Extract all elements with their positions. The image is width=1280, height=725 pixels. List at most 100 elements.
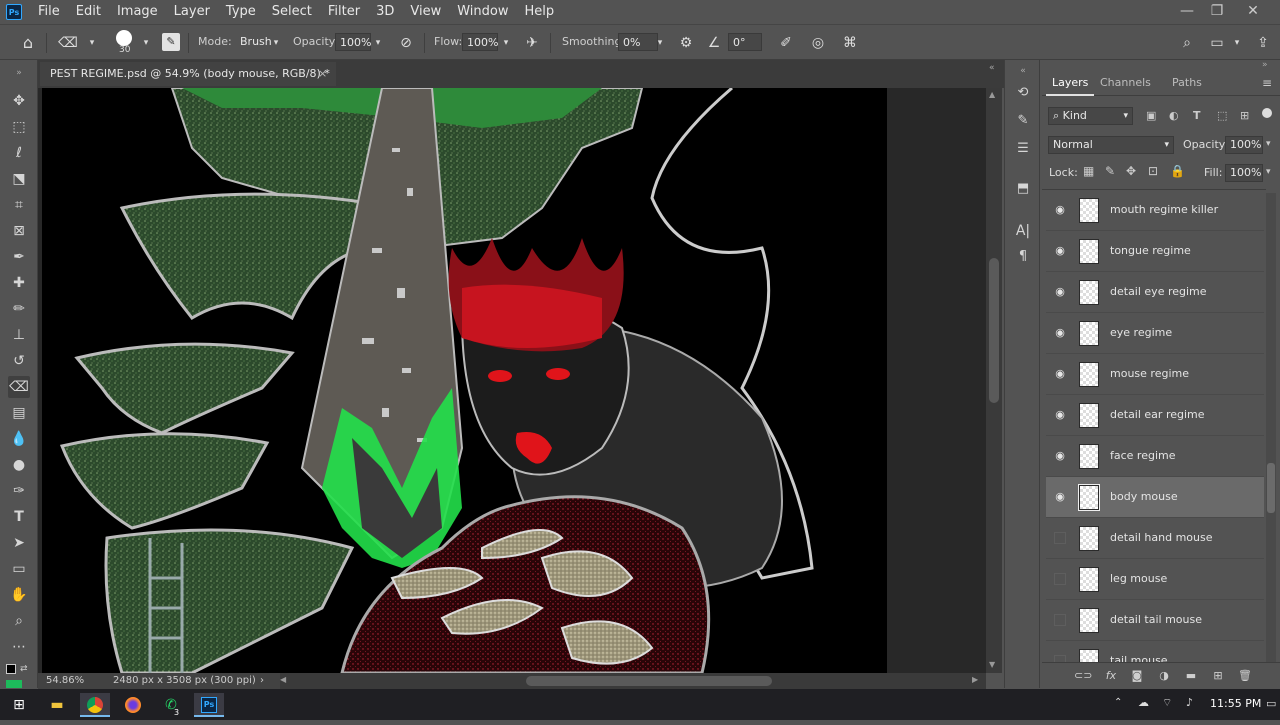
layers-scroll-thumb[interactable] <box>1267 463 1275 513</box>
restore-button[interactable]: ❐ <box>1200 0 1234 22</box>
filter-pixel-icon[interactable]: ▣ <box>1146 109 1156 122</box>
eraser-tool-icon[interactable]: ⌫ <box>8 376 30 398</box>
history-icon[interactable]: ⟲ <box>1012 82 1034 104</box>
tab-channels[interactable]: Channels <box>1094 70 1157 96</box>
link-icon[interactable]: ⊂⊃ <box>1074 667 1092 685</box>
gradient-tool-icon[interactable]: ▤ <box>8 402 30 424</box>
cloud-icon[interactable]: ☁ <box>1138 696 1149 709</box>
chrome-icon[interactable] <box>80 693 110 717</box>
vertical-scroll-thumb[interactable] <box>989 258 999 403</box>
lock-artboard-icon[interactable]: ⊡ <box>1148 164 1158 178</box>
collapse-strip-icon[interactable]: « <box>1012 60 1034 82</box>
chevron-down-icon[interactable]: ▾ <box>1266 167 1271 177</box>
chevron-down-icon[interactable]: ▾ <box>82 33 102 53</box>
background-color-swatch[interactable] <box>6 680 22 688</box>
home-icon[interactable]: ⌂ <box>18 33 38 53</box>
pressure-size-icon[interactable]: ✐ <box>776 33 796 53</box>
crop-tool-icon[interactable]: ⌗ <box>8 194 30 216</box>
share-icon[interactable]: ⇪ <box>1253 33 1273 53</box>
path-select-tool-icon[interactable]: ➤ <box>8 532 30 554</box>
menu-select[interactable]: Select <box>264 0 320 24</box>
foreground-color-swatch[interactable] <box>6 664 16 674</box>
layer-row[interactable]: ◉ detail ear regime <box>1046 395 1264 436</box>
marquee-tool-icon[interactable]: ⬚ <box>8 116 30 138</box>
workspace-icon[interactable]: ▭ <box>1207 33 1227 53</box>
adjustments-icon[interactable]: ☰ <box>1012 138 1034 160</box>
filter-kind-select[interactable]: ⌕ Kind ▾ <box>1048 107 1133 125</box>
eye-icon[interactable]: ◉ <box>1052 408 1068 422</box>
menu-3d[interactable]: 3D <box>368 0 402 24</box>
chevron-down-icon[interactable]: ▾ <box>650 33 670 53</box>
frame-tool-icon[interactable]: ⊠ <box>8 220 30 242</box>
move-tool-icon[interactable]: ✥ <box>8 90 30 112</box>
eye-icon[interactable]: ◉ <box>1052 244 1068 258</box>
filter-smart-object-icon[interactable]: ⊞ <box>1240 109 1249 122</box>
status-menu-icon[interactable]: › <box>260 673 264 689</box>
trash-icon[interactable]: 🗑 <box>1236 667 1254 685</box>
collapse-panel-icon[interactable]: » <box>1262 60 1268 70</box>
lock-all-icon[interactable]: 🔒 <box>1170 164 1185 178</box>
scroll-down-icon[interactable]: ▼ <box>989 660 995 669</box>
fx-icon[interactable]: fx <box>1102 667 1120 685</box>
layer-row[interactable]: ◉ mouth regime killer <box>1046 190 1264 231</box>
healing-tool-icon[interactable]: ✚ <box>8 272 30 294</box>
butterfly-icon[interactable]: ⌘ <box>840 33 860 53</box>
layer-row[interactable]: ◉ mouse regime <box>1046 354 1264 395</box>
collapse-panels-icon[interactable]: « <box>986 60 1004 88</box>
scroll-right-icon[interactable]: ▶ <box>972 675 978 684</box>
gear-icon[interactable]: ⚙ <box>676 33 696 53</box>
fill-input[interactable]: 100% <box>1225 164 1263 182</box>
eye-icon[interactable]: ◉ <box>1052 367 1068 381</box>
menu-view[interactable]: View <box>402 0 449 24</box>
layer-row-selected[interactable]: ◉ body mouse <box>1046 477 1264 518</box>
horizontal-scrollbar[interactable]: ◀ ▶ <box>280 673 986 689</box>
opacity-input[interactable]: 100% <box>335 33 371 51</box>
clock[interactable]: 11:55 PM <box>1210 697 1261 710</box>
folder-icon[interactable]: ▬ <box>1182 667 1200 685</box>
tab-layers[interactable]: Layers <box>1046 70 1095 96</box>
chevron-down-icon[interactable]: ▾ <box>496 33 516 53</box>
layer-opacity-input[interactable]: 100% <box>1225 136 1263 154</box>
chevron-down-icon[interactable]: ▾ <box>1227 33 1247 53</box>
pen-tool-icon[interactable]: ✑ <box>8 480 30 502</box>
airbrush-icon[interactable]: ✈ <box>522 33 542 53</box>
adjustment-icon[interactable]: ◑ <box>1155 667 1173 685</box>
dodge-tool-icon[interactable]: ● <box>8 454 30 476</box>
layer-row[interactable]: leg mouse <box>1046 559 1264 600</box>
lasso-tool-icon[interactable]: ℓ <box>8 142 30 164</box>
chevron-down-icon[interactable]: ▾ <box>266 33 286 53</box>
hidden-eye-box[interactable] <box>1054 614 1066 626</box>
zoom-tool-icon[interactable]: ⌕ <box>8 610 30 632</box>
eye-icon[interactable]: ◉ <box>1052 326 1068 340</box>
eraser-tool-icon[interactable]: ⌫ <box>58 33 78 53</box>
swap-colors-icon[interactable]: ⇄ <box>20 664 28 674</box>
brush-preview-icon[interactable] <box>116 30 132 46</box>
brush-tool-icon[interactable]: ✏ <box>8 298 30 320</box>
tab-paths[interactable]: Paths <box>1166 70 1208 96</box>
scroll-left-icon[interactable]: ◀ <box>280 675 286 684</box>
history-brush-tool-icon[interactable]: ↺ <box>8 350 30 372</box>
panel-menu-icon[interactable]: ≡ <box>1262 76 1272 90</box>
menu-type[interactable]: Type <box>218 0 264 24</box>
menu-file[interactable]: File <box>30 0 68 24</box>
layer-row[interactable]: detail tail mouse <box>1046 600 1264 641</box>
eye-icon[interactable]: ◉ <box>1052 449 1068 463</box>
mask-icon[interactable]: ◙ <box>1128 667 1146 685</box>
symmetry-icon[interactable]: ◎ <box>808 33 828 53</box>
brushes-icon[interactable]: ✎ <box>1012 110 1034 132</box>
chevron-down-icon[interactable]: ▾ <box>136 33 156 53</box>
close-button[interactable]: ✕ <box>1236 0 1270 22</box>
layer-row[interactable]: tail mouse <box>1046 641 1264 662</box>
stamp-tool-icon[interactable]: ⊥ <box>8 324 30 346</box>
search-icon[interactable]: ⌕ <box>1177 33 1197 53</box>
zoom-level[interactable]: 54.86% <box>46 673 84 689</box>
wifi-icon[interactable]: ⌔ <box>1162 696 1172 710</box>
character-icon[interactable]: A| <box>1012 220 1034 242</box>
chevron-down-icon[interactable]: ▾ <box>368 33 388 53</box>
new-layer-icon[interactable]: ⊞ <box>1209 667 1227 685</box>
tray-expand-icon[interactable]: ⌃ <box>1114 697 1122 708</box>
file-explorer-icon[interactable]: ▬ <box>42 693 72 717</box>
angle-input[interactable]: 0° <box>728 33 762 51</box>
type-tool-icon[interactable]: T <box>8 506 30 528</box>
volume-icon[interactable]: ♪ <box>1186 696 1193 709</box>
